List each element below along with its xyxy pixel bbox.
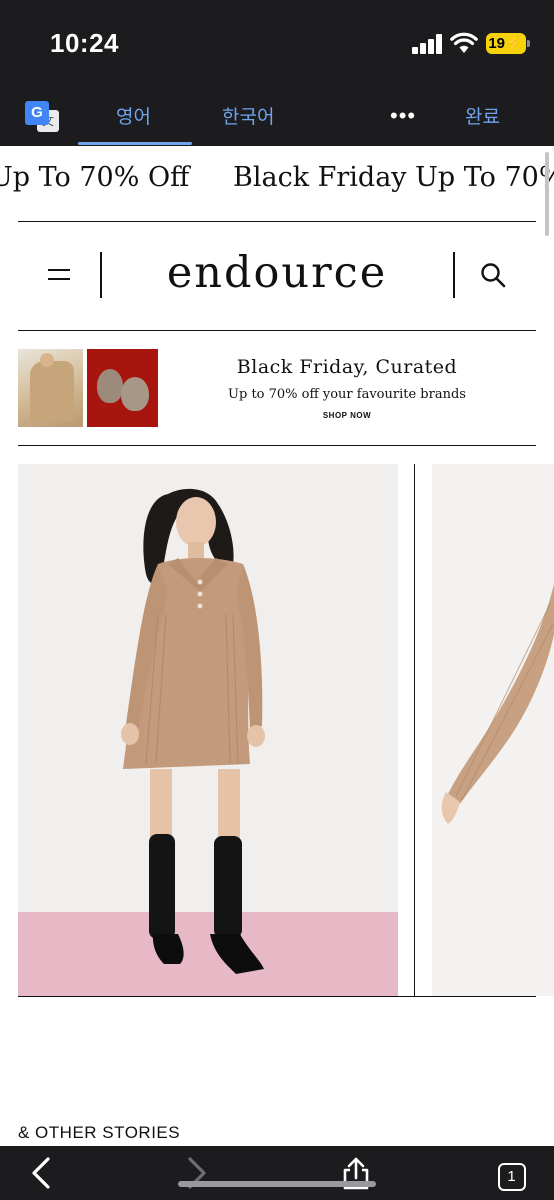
site-logo[interactable]: endource xyxy=(102,248,452,298)
promo-image-coat xyxy=(18,349,83,427)
product-brand-label[interactable]: & OTHER STORIES xyxy=(18,1123,180,1143)
status-bar: 10:24 19⚡ xyxy=(0,0,554,88)
header-divider xyxy=(453,252,455,298)
product-image[interactable] xyxy=(432,464,554,996)
promo-marquee[interactable]: Up To 70% Off Black Friday Up To 70% Off xyxy=(0,160,554,204)
model-arm-illustration xyxy=(441,584,554,824)
hamburger-menu-icon[interactable] xyxy=(48,267,70,283)
site-header: endource xyxy=(18,222,536,330)
home-indicator xyxy=(178,1181,376,1187)
scrollbar[interactable] xyxy=(545,152,549,236)
tab-source-language[interactable]: 영어 xyxy=(116,102,151,129)
status-time: 10:24 xyxy=(50,28,119,58)
carousel-divider xyxy=(414,464,415,996)
product-image[interactable] xyxy=(18,464,398,996)
search-icon[interactable] xyxy=(480,262,506,288)
battery-icon: 19⚡ xyxy=(486,33,530,54)
cellular-signal-icon xyxy=(412,34,444,54)
model-illustration xyxy=(121,488,265,974)
divider xyxy=(18,445,536,446)
marquee-text-1: Up To 70% Off xyxy=(0,162,190,193)
tabs-count: 1 xyxy=(507,1168,516,1185)
translate-bar: 文 G 영어 한국어 ••• 완료 xyxy=(0,88,554,146)
divider xyxy=(18,330,536,331)
shop-now-link[interactable]: SHOP NOW xyxy=(168,411,526,420)
chevron-left-icon[interactable] xyxy=(28,1156,54,1190)
ellipsis-icon[interactable]: ••• xyxy=(390,103,416,129)
marquee-text-2: Black Friday Up To 70% Off xyxy=(233,162,554,193)
promo-image-slippers xyxy=(87,349,158,427)
promo-subtitle: Up to 70% off your favourite brands xyxy=(228,387,466,402)
black-friday-banner[interactable]: Black Friday, Curated Up to 70% off your… xyxy=(18,348,536,428)
tab-target-language[interactable]: 한국어 xyxy=(222,102,274,129)
done-button[interactable]: 완료 xyxy=(465,102,500,129)
promo-title: Black Friday, Curated xyxy=(236,356,458,378)
divider xyxy=(18,996,536,997)
active-tab-indicator xyxy=(78,142,192,145)
battery-level: 19 xyxy=(488,35,505,52)
browser-toolbar: 1 xyxy=(0,1146,554,1200)
google-translate-icon[interactable]: 文 G xyxy=(25,101,59,133)
wifi-icon xyxy=(450,32,478,53)
tabs-icon[interactable]: 1 xyxy=(498,1163,526,1191)
